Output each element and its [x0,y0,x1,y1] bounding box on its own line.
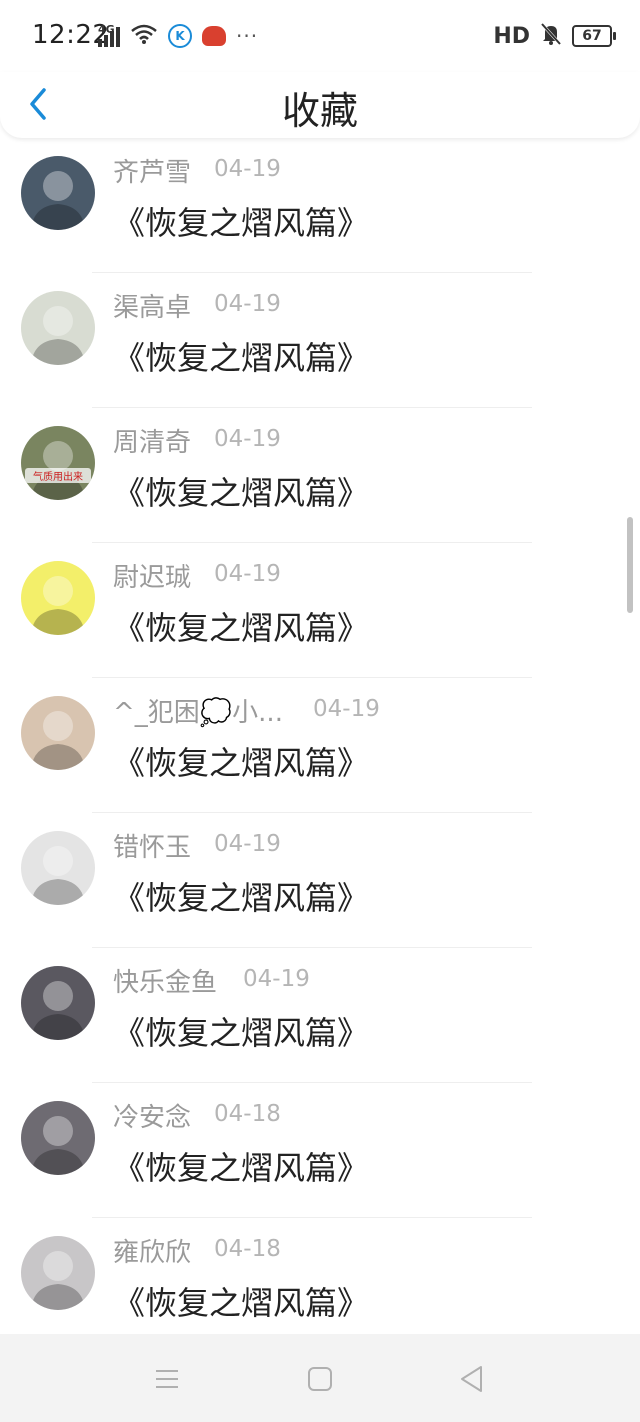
item-date: 04-19 [214,561,281,587]
list-item[interactable]: 尉迟珹 04-19 《恢复之熠风篇》 [0,543,640,678]
app-red-icon [202,26,226,46]
item-author-name: 渠高卓 [113,293,192,323]
item-date: 04-19 [313,696,380,722]
list-item[interactable]: 错怀玉 04-19 《恢复之熠风篇》 [0,813,640,948]
avatar[interactable] [21,291,95,365]
item-date: 04-19 [214,156,281,182]
avatar[interactable] [21,696,95,770]
item-title: 《恢复之熠风篇》 [113,609,370,647]
back-triangle-icon [461,1366,482,1392]
wifi-icon [130,23,158,49]
signal-icon: 4G [98,23,120,47]
list-item[interactable]: 冷安念 04-18 《恢复之熠风篇》 [0,1083,640,1218]
avatar[interactable] [21,156,95,230]
item-date: 04-19 [214,426,281,452]
status-left-icons: 4G K ··· [98,22,258,50]
item-author-name: 周清奇 [113,428,192,458]
system-nav-bar [0,1334,640,1422]
battery-level: 67 [582,28,602,44]
item-author-name: ^_犯困💭小... [113,698,283,728]
item-author-name: 快乐金鱼 [113,968,218,998]
item-date: 04-18 [214,1101,281,1127]
home-button[interactable] [303,1362,337,1396]
item-title: 《恢复之熠风篇》 [113,474,370,512]
menu-icon [156,1370,178,1388]
item-author-name: 雍欣欣 [113,1238,192,1268]
mute-bell-icon [540,22,562,50]
item-title: 《恢复之熠风篇》 [113,339,370,377]
network-label: 4G [98,23,115,36]
list-item[interactable]: 雍欣欣 04-18 《恢复之熠风篇》 [0,1218,640,1334]
list-item[interactable]: 齐芦雪 04-19 《恢复之熠风篇》 [0,138,640,273]
avatar[interactable] [21,561,95,635]
item-title: 《恢复之熠风篇》 [113,744,370,782]
avatar[interactable] [21,831,95,905]
list-item[interactable]: ^_犯困💭小... 04-19 《恢复之熠风篇》 [0,678,640,813]
favorites-list: 齐芦雪 04-19 《恢复之熠风篇》 渠高卓 04-19 《恢复之熠风篇》 气质用出来 周清奇… [0,138,640,1334]
item-date: 04-18 [214,1236,281,1262]
item-date: 04-19 [214,831,281,857]
avatar[interactable] [21,1236,95,1310]
list-item[interactable]: 渠高卓 04-19 《恢复之熠风篇》 [0,273,640,408]
avatar-caption: 气质用出来 [25,468,91,483]
item-title: 《恢复之熠风篇》 [113,1284,370,1322]
avatar[interactable] [21,966,95,1040]
home-square-icon [308,1367,332,1391]
status-right-icons: HD 67 [493,22,616,50]
item-title: 《恢复之熠风篇》 [113,879,370,917]
list-item[interactable]: 快乐金鱼 04-19 《恢复之熠风篇》 [0,948,640,1083]
item-title: 《恢复之熠风篇》 [113,204,370,242]
item-author-name: 错怀玉 [113,833,192,863]
item-date: 04-19 [243,966,310,992]
more-icon: ··· [236,24,259,48]
avatar[interactable]: 气质用出来 [21,426,95,500]
page-title: 收藏 [281,89,358,133]
item-title: 《恢复之熠风篇》 [113,1149,370,1187]
item-author-name: 尉迟珹 [113,563,192,593]
hd-label: HD [493,23,530,49]
app-k-icon: K [168,24,192,48]
list-item[interactable]: 气质用出来 周清奇 04-19 《恢复之熠风篇》 [0,408,640,543]
item-date: 04-19 [214,291,281,317]
battery-icon: 67 [572,25,616,47]
item-author-name: 齐芦雪 [113,158,192,188]
item-author-name: 冷安念 [113,1103,192,1133]
menu-button[interactable] [150,1362,184,1396]
item-title: 《恢复之熠风篇》 [113,1014,370,1052]
header: 收藏 [0,72,640,138]
status-bar: 12:22 4G K ··· HD 67 [0,0,640,72]
system-back-button[interactable] [454,1362,488,1396]
avatar[interactable] [21,1101,95,1175]
scrollbar[interactable] [627,517,633,613]
